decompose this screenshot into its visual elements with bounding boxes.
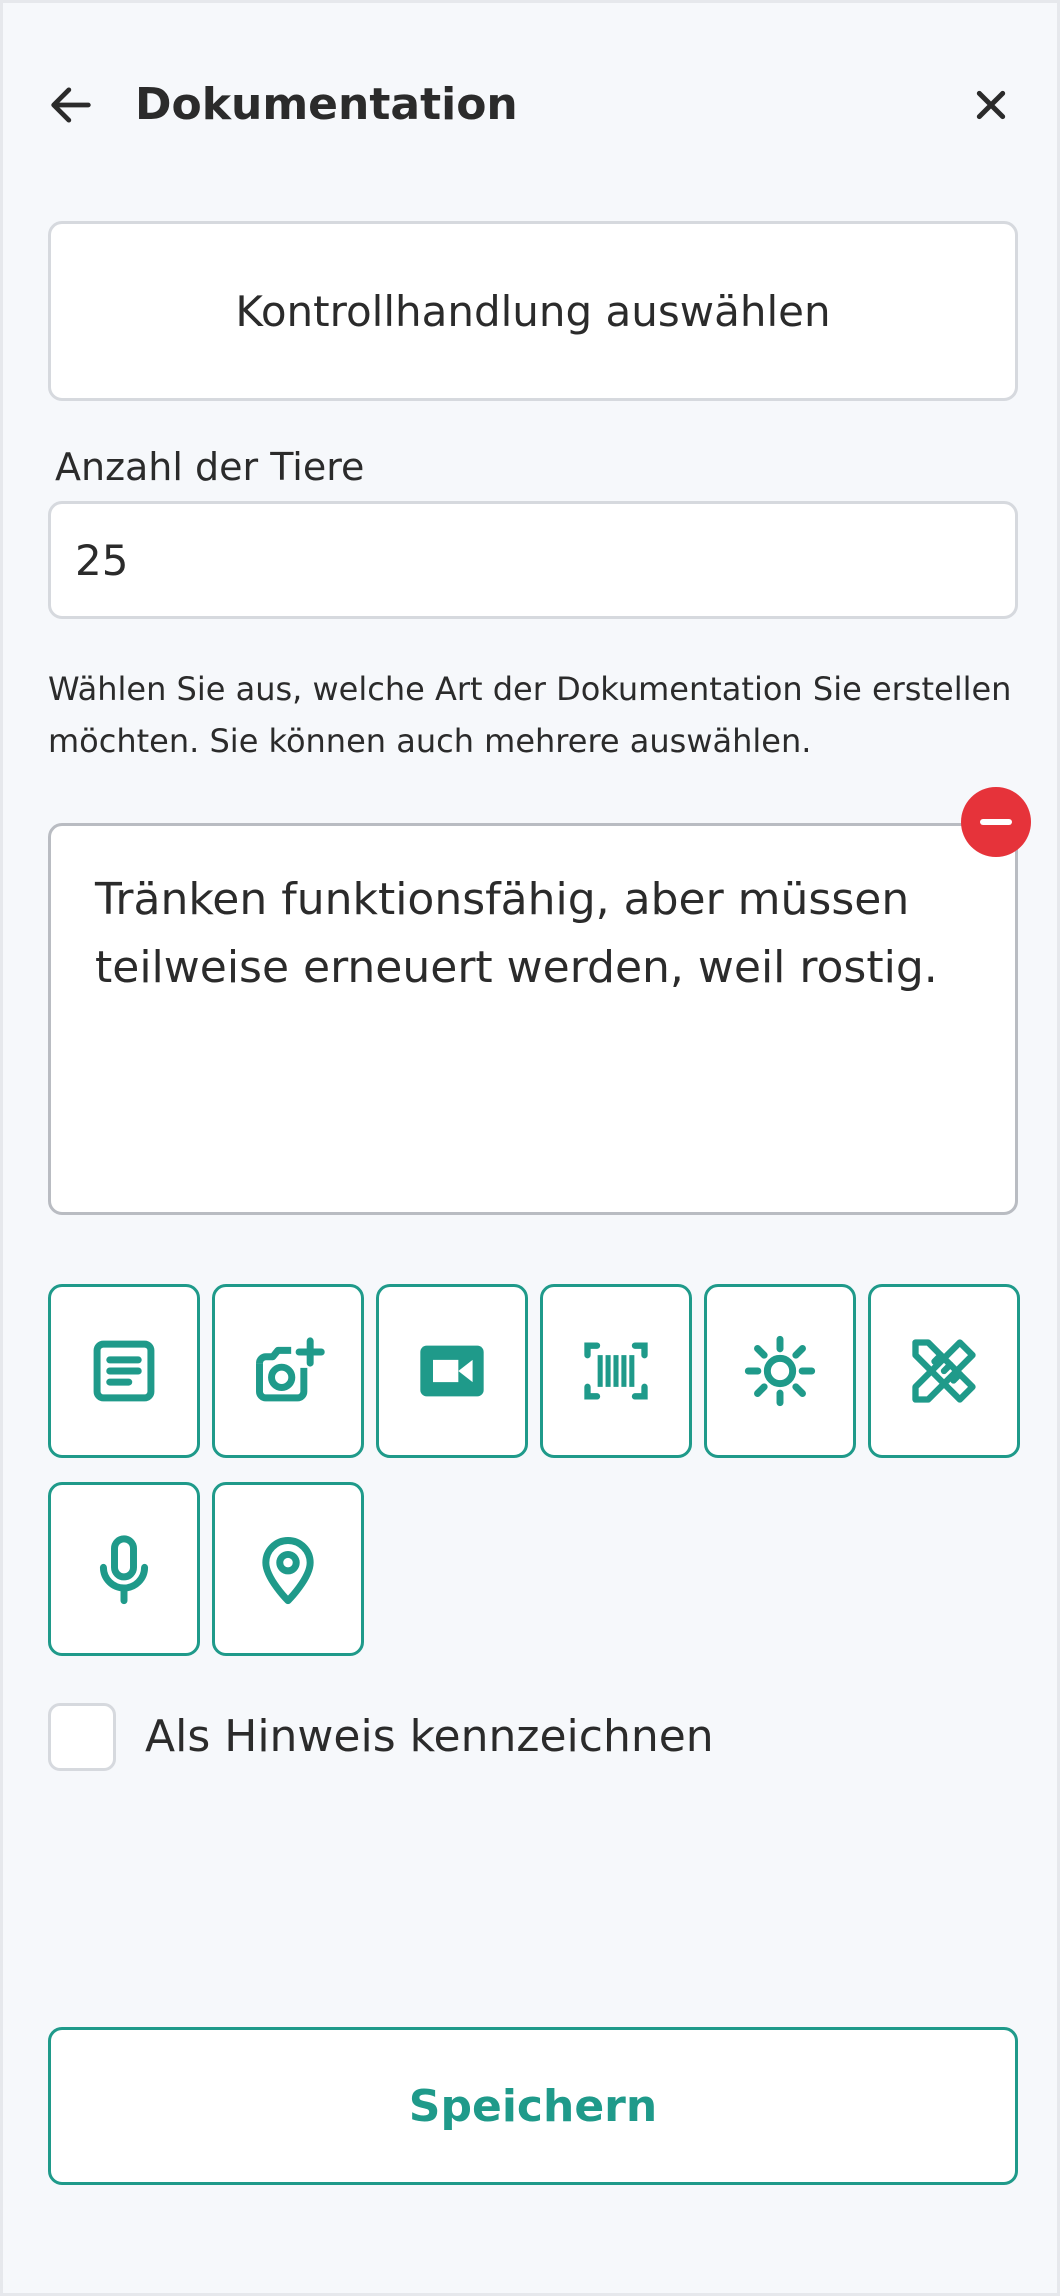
animal-count-input[interactable] <box>48 501 1018 619</box>
tool-button-barcode[interactable] <box>540 1284 692 1458</box>
header: Dokumentation <box>3 53 1057 153</box>
helper-text: Wählen Sie aus, welche Art der Dokumenta… <box>48 670 1012 760</box>
note-textarea[interactable]: Tränken funktionsfähig, aber müssen teil… <box>48 823 1018 1215</box>
minus-icon <box>980 819 1012 825</box>
text-document-icon <box>93 1340 155 1402</box>
measure-pencil-icon <box>912 1339 976 1403</box>
add-photo-icon <box>256 1337 325 1402</box>
save-button-label: Speichern <box>408 2080 658 2132</box>
animal-count-label: Anzahl der Tiere <box>55 445 365 489</box>
barcode-scan-icon <box>584 1342 648 1400</box>
close-button[interactable] <box>965 79 1017 131</box>
documentation-screen: Dokumentation Kontrollhandlung auswählen… <box>0 0 1060 2296</box>
hint-checkbox[interactable] <box>48 1703 116 1771</box>
close-icon <box>976 90 1006 120</box>
tool-button-text[interactable] <box>48 1284 200 1458</box>
arrow-left-icon <box>51 87 91 123</box>
control-action-select[interactable]: Kontrollhandlung auswählen <box>48 221 1018 401</box>
hint-checkbox-label: Als Hinweis kennzeichnen <box>145 1711 714 1762</box>
brightness-icon <box>744 1335 816 1407</box>
tool-button-photo[interactable] <box>212 1284 364 1458</box>
tool-button-brightness[interactable] <box>704 1284 856 1458</box>
page-title: Dokumentation <box>135 79 518 130</box>
location-pin-icon <box>262 1537 314 1605</box>
save-button[interactable]: Speichern <box>48 2027 1018 2185</box>
video-camera-icon <box>420 1345 484 1397</box>
tool-button-location[interactable] <box>212 1482 364 1656</box>
control-action-label: Kontrollhandlung auswählen <box>235 286 831 336</box>
microphone-icon <box>99 1535 149 1605</box>
back-button[interactable] <box>43 77 99 133</box>
tool-button-measure[interactable] <box>868 1284 1020 1458</box>
remove-note-button[interactable] <box>961 787 1031 857</box>
tool-button-audio[interactable] <box>48 1482 200 1656</box>
tool-button-video[interactable] <box>376 1284 528 1458</box>
